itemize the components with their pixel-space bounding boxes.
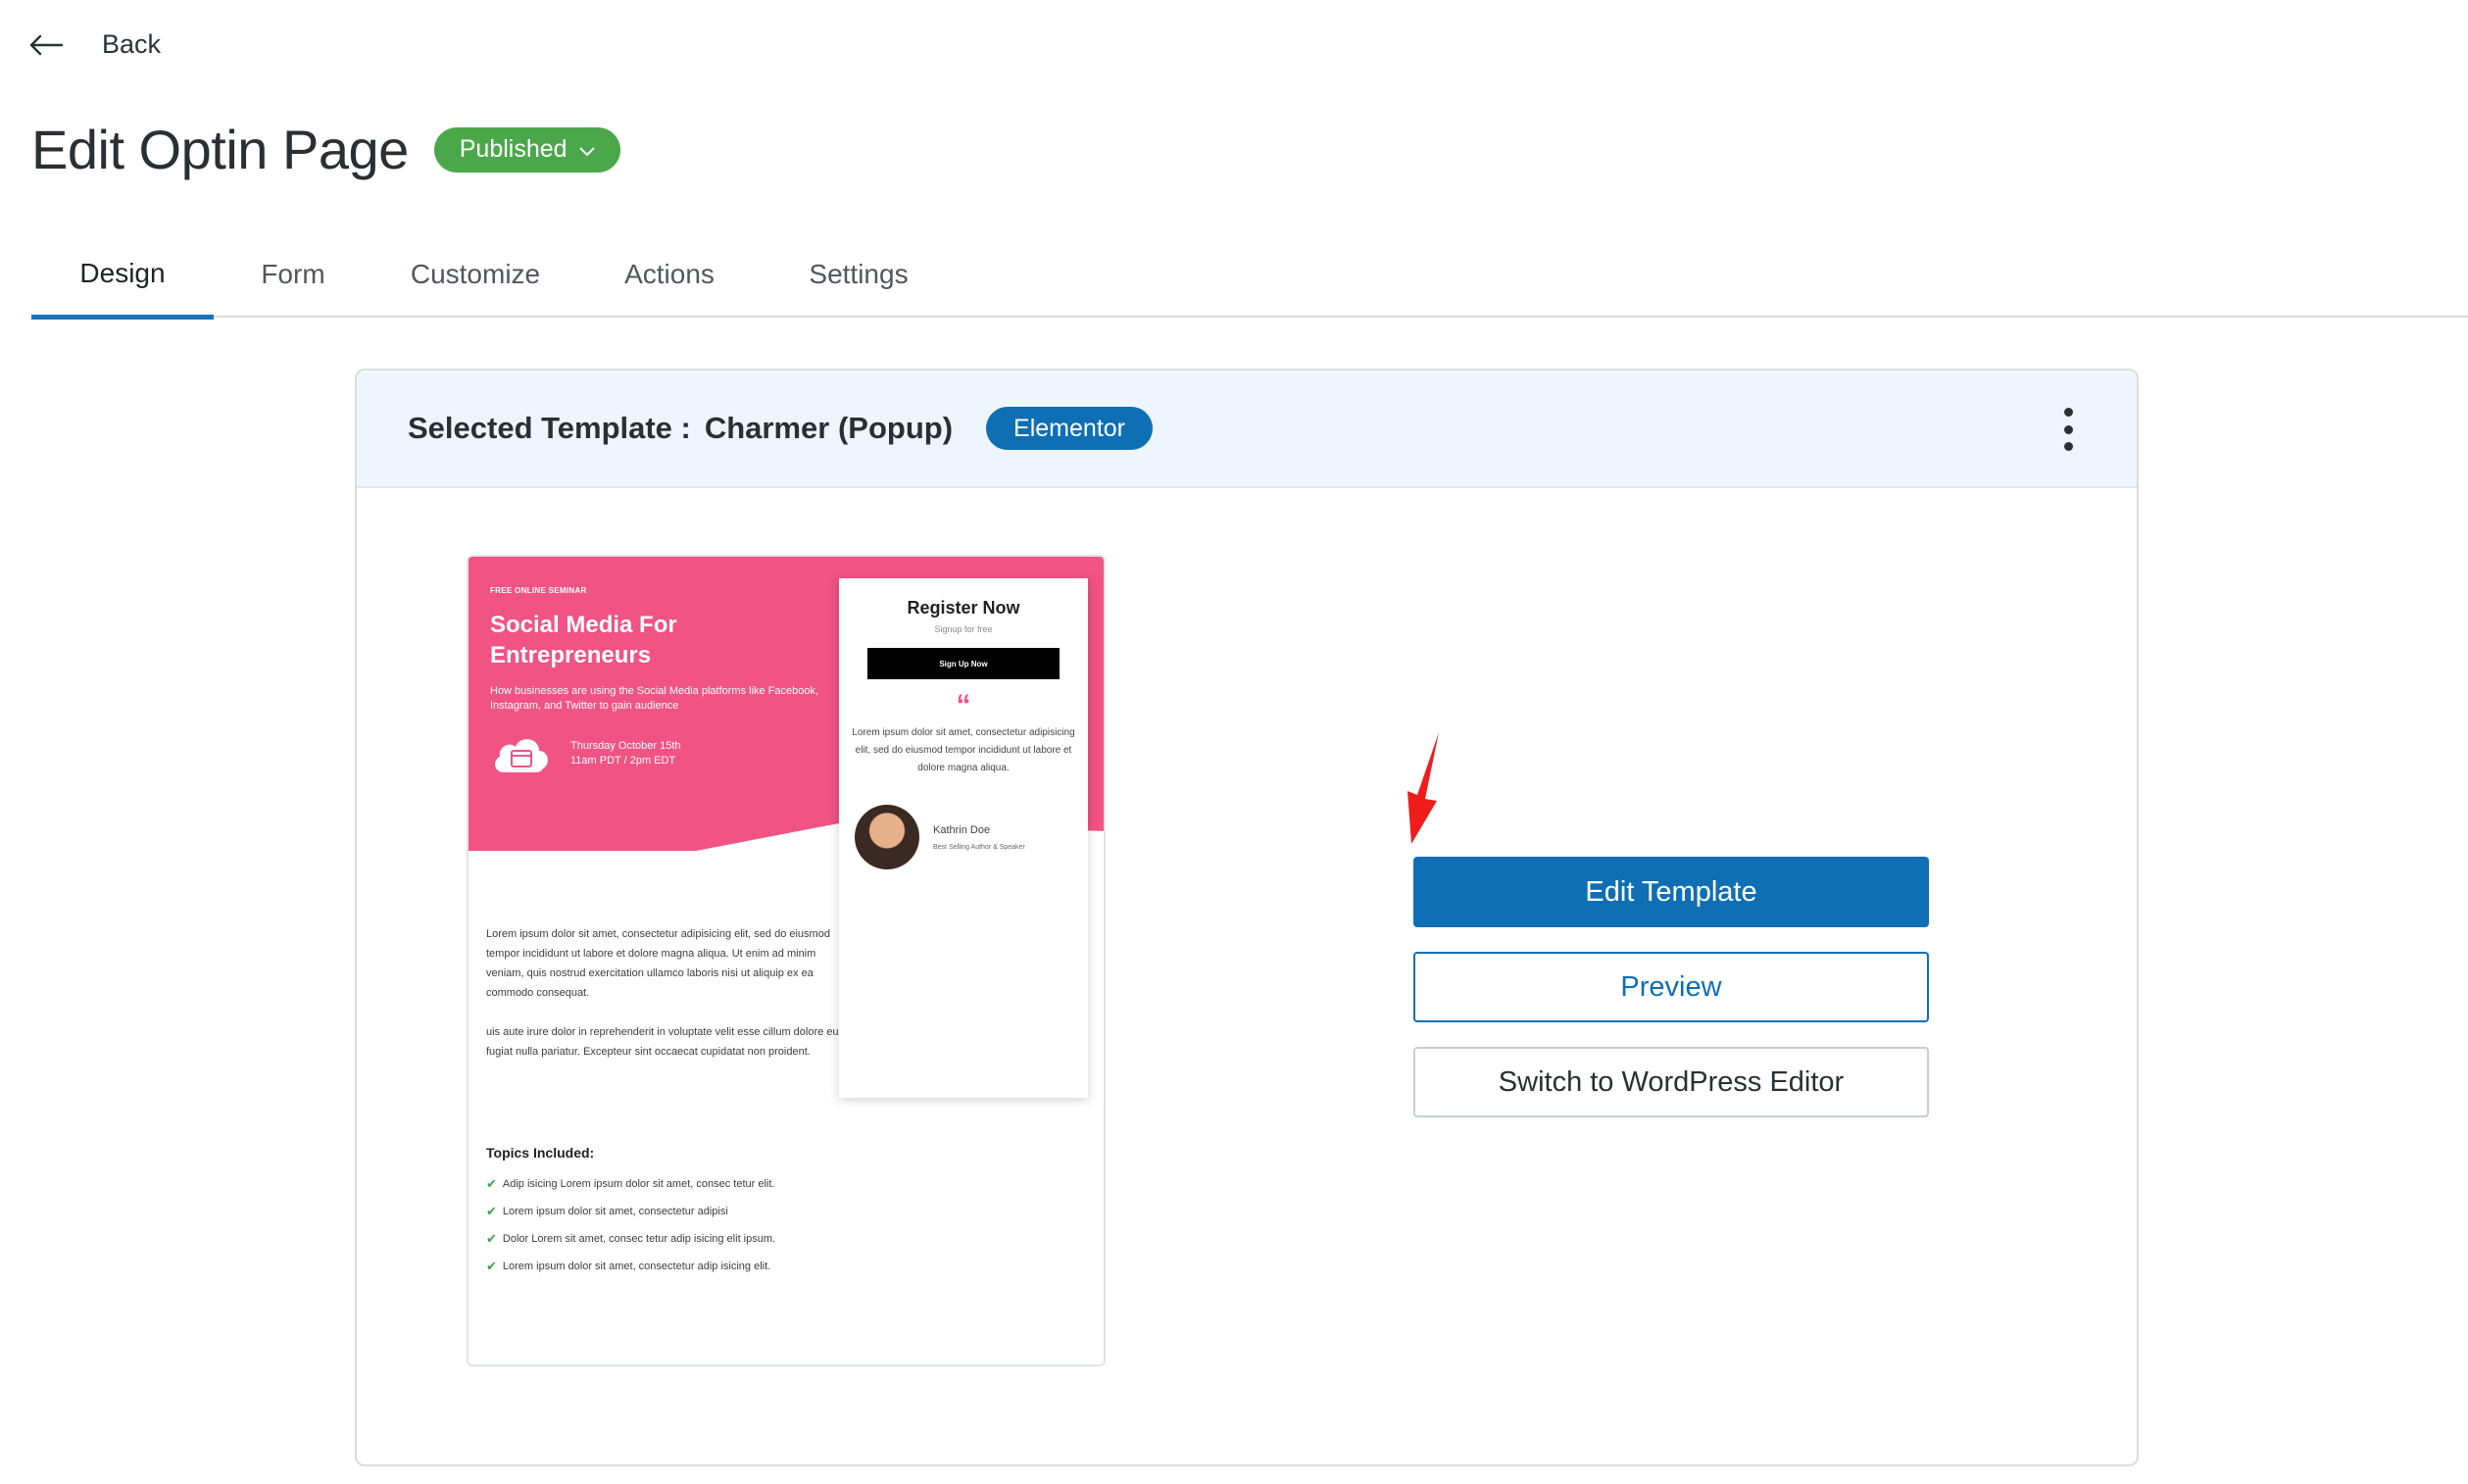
topic-item: ✔ Lorem ipsum dolor sit amet, consectetur… bbox=[486, 1202, 839, 1221]
register-title: Register Now bbox=[907, 598, 1020, 618]
check-icon: ✔ bbox=[486, 1176, 497, 1191]
quote-text: Lorem ipsum dolor sit amet, consectetur … bbox=[852, 727, 1075, 773]
more-options-icon[interactable] bbox=[2058, 408, 2078, 451]
topic-item: ✔ Adip isicing Lorem ipsum dolor sit amet… bbox=[486, 1174, 839, 1194]
thumbnail-topics: Topics Included: ✔ Adip isicing Lorem ips… bbox=[486, 1145, 839, 1284]
tab-label: Actions bbox=[624, 259, 715, 289]
tab-label: Form bbox=[261, 259, 325, 289]
calendar-cloud-icon bbox=[490, 729, 553, 778]
thumbnail-title: Social Media For Entrepreneurs bbox=[490, 612, 677, 668]
tab-actions[interactable]: Actions bbox=[578, 231, 761, 318]
thumbnail-kicker: FREE ONLINE SEMINAR bbox=[490, 586, 587, 595]
topics-heading: Topics Included: bbox=[486, 1145, 595, 1161]
thumbnail-register-panel: Register Now Signup for free Sign Up Now… bbox=[839, 578, 1088, 1098]
thumbnail-event: Thursday October 15th 11am PDT / 2pm EDT bbox=[490, 729, 681, 778]
preview-button[interactable]: Preview bbox=[1413, 952, 1929, 1022]
topic-item: ✔ Dolor Lorem sit amet, consec tetur adip… bbox=[486, 1229, 839, 1249]
thumbnail-event-text: Thursday October 15th 11am PDT / 2pm EDT bbox=[570, 739, 681, 768]
topic-text: Dolor Lorem sit amet, consec tetur adip … bbox=[502, 1233, 776, 1245]
body-paragraph: Lorem ipsum dolor sit amet, consectetur … bbox=[486, 928, 830, 999]
back-label: Back bbox=[102, 29, 162, 59]
tab-design[interactable]: Design bbox=[31, 231, 214, 320]
event-date: Thursday October 15th bbox=[570, 740, 681, 752]
signup-button: Sign Up Now bbox=[867, 648, 1060, 679]
page-header: Edit Optin Page Published bbox=[31, 118, 620, 181]
author-role: Best Selling Author & Speaker bbox=[933, 843, 1025, 851]
selected-template-label: Selected Template : bbox=[408, 411, 691, 445]
template-card: Selected Template : Charmer (Popup) Elem… bbox=[355, 369, 2139, 1466]
check-icon: ✔ bbox=[486, 1259, 497, 1273]
register-subtitle: Signup for free bbox=[934, 624, 993, 634]
annotation-arrow-icon bbox=[1407, 732, 1439, 844]
status-dropdown[interactable]: Published bbox=[433, 126, 620, 173]
back-link[interactable]: Back bbox=[29, 29, 161, 60]
check-icon: ✔ bbox=[486, 1204, 497, 1218]
tab-label: Customize bbox=[410, 259, 541, 289]
selected-template-name: Charmer (Popup) bbox=[704, 411, 954, 445]
thumbnail-body: Lorem ipsum dolor sit amet, consectetur … bbox=[486, 924, 839, 1081]
chevron-down-icon bbox=[578, 135, 595, 164]
tab-label: Settings bbox=[809, 259, 909, 289]
tab-customize[interactable]: Customize bbox=[372, 231, 578, 318]
avatar bbox=[855, 805, 919, 869]
template-card-header: Selected Template : Charmer (Popup) Elem… bbox=[357, 371, 2137, 488]
topic-item: ✔ Lorem ipsum dolor sit amet, consectetur… bbox=[486, 1257, 839, 1276]
tab-form[interactable]: Form bbox=[214, 231, 372, 318]
check-icon: ✔ bbox=[486, 1231, 497, 1246]
testimonial-author: Kathrin Doe Best Selling Author & Speake… bbox=[855, 805, 1088, 869]
status-label: Published bbox=[459, 135, 568, 163]
body-paragraph: uis aute irure dolor in reprehenderit in… bbox=[486, 1026, 839, 1058]
builder-badge: Elementor bbox=[986, 407, 1153, 450]
page-title: Edit Optin Page bbox=[31, 119, 409, 180]
thumbnail-subtitle: How businesses are using the Social Medi… bbox=[490, 685, 819, 712]
author-name: Kathrin Doe bbox=[933, 823, 991, 836]
topic-text: Lorem ipsum dolor sit amet, consectetur … bbox=[502, 1206, 728, 1217]
tab-bar: Design Form Customize Actions Settings bbox=[31, 231, 2468, 320]
tab-label: Design bbox=[79, 257, 166, 288]
edit-template-button[interactable]: Edit Template bbox=[1413, 857, 1929, 927]
arrow-left-icon bbox=[29, 34, 63, 56]
event-time: 11am PDT / 2pm EDT bbox=[570, 755, 676, 767]
template-thumbnail[interactable]: FREE ONLINE SEMINAR Social Media For Ent… bbox=[467, 555, 1106, 1366]
switch-editor-button[interactable]: Switch to WordPress Editor bbox=[1413, 1047, 1929, 1117]
tab-settings[interactable]: Settings bbox=[761, 231, 957, 318]
topic-text: Lorem ipsum dolor sit amet, consectetur … bbox=[502, 1261, 771, 1272]
quote-icon: “ bbox=[956, 689, 971, 721]
topic-text: Adip isicing Lorem ipsum dolor sit amet,… bbox=[502, 1178, 775, 1190]
